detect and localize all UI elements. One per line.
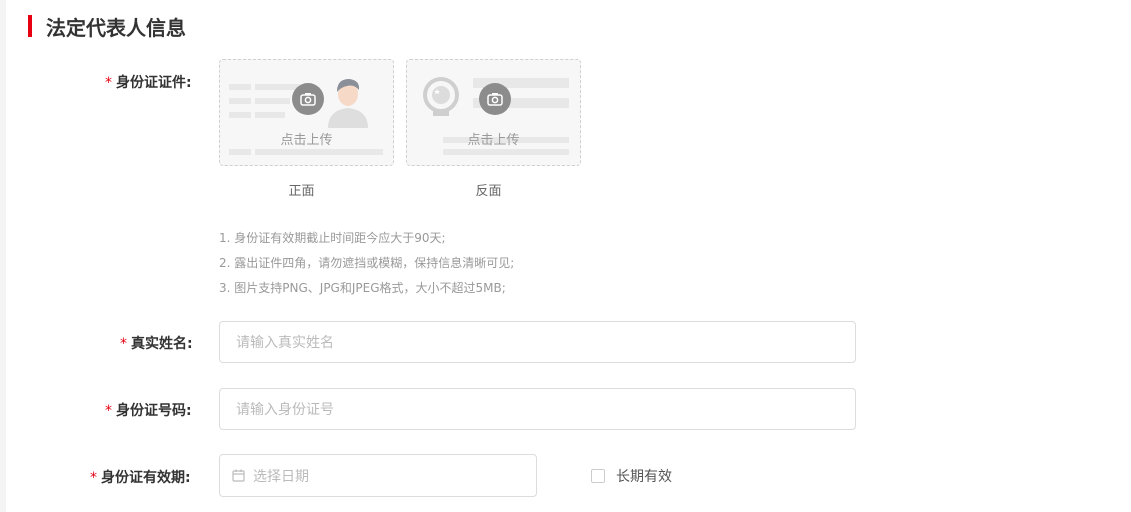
id-card-label-text: 身份证证件:: [116, 75, 192, 91]
long-term-label: 长期有效: [616, 469, 672, 485]
left-edge-divider: [0, 0, 6, 512]
section-title: 法定代表人信息: [28, 12, 186, 40]
id-card-label: * 身份证证件:: [105, 72, 192, 92]
id-back-upload[interactable]: 点击上传: [406, 59, 581, 166]
note-line: 3. 图片支持PNG、JPG和JPEG格式，大小不超过5MB;: [219, 281, 506, 295]
back-caption: 反面: [475, 184, 502, 199]
long-term-checkbox[interactable]: 长期有效: [591, 466, 672, 486]
camera-icon: [292, 83, 324, 115]
required-star: *: [105, 75, 112, 91]
back-upload-text: 点击上传: [467, 133, 520, 148]
note-line: 2. 露出证件四角，请勿遮挡或模糊，保持信息清晰可见;: [219, 256, 515, 270]
calendar-icon: [232, 469, 245, 482]
person-avatar-icon: [328, 79, 368, 128]
national-emblem-icon: [423, 77, 459, 116]
id-validity-label-text: 身份证有效期:: [101, 470, 191, 486]
id-number-input[interactable]: 请输入身份证号: [219, 388, 856, 430]
date-placeholder: 选择日期: [253, 468, 309, 485]
id-number-label-text: 身份证号码:: [116, 403, 192, 419]
id-number-placeholder: 请输入身份证号: [236, 402, 334, 418]
real-name-input[interactable]: 请输入真实姓名: [219, 321, 856, 363]
front-caption: 正面: [288, 184, 315, 199]
front-upload-text: 点击上传: [280, 133, 333, 148]
id-front-upload[interactable]: 点击上传: [219, 59, 394, 166]
real-name-label: * 真实姓名:: [120, 333, 193, 353]
checkbox-box[interactable]: [591, 469, 605, 483]
upload-notes: 1. 身份证有效期截止时间距今应大于90天; 2. 露出证件四角，请勿遮挡或模糊…: [219, 226, 514, 301]
section-title-text: 法定代表人信息: [46, 15, 186, 40]
real-name-label-text: 真实姓名:: [131, 336, 193, 352]
id-validity-date-picker[interactable]: 选择日期: [219, 454, 537, 497]
required-star: *: [105, 403, 112, 419]
required-star: *: [120, 336, 127, 352]
id-number-label: * 身份证号码:: [105, 400, 192, 420]
section-accent-bar: [28, 15, 32, 37]
real-name-placeholder: 请输入真实姓名: [236, 335, 334, 351]
required-star: *: [90, 470, 97, 486]
note-line: 1. 身份证有效期截止时间距今应大于90天;: [219, 231, 446, 245]
camera-icon: [479, 83, 511, 115]
id-validity-label: * 身份证有效期:: [90, 467, 191, 487]
